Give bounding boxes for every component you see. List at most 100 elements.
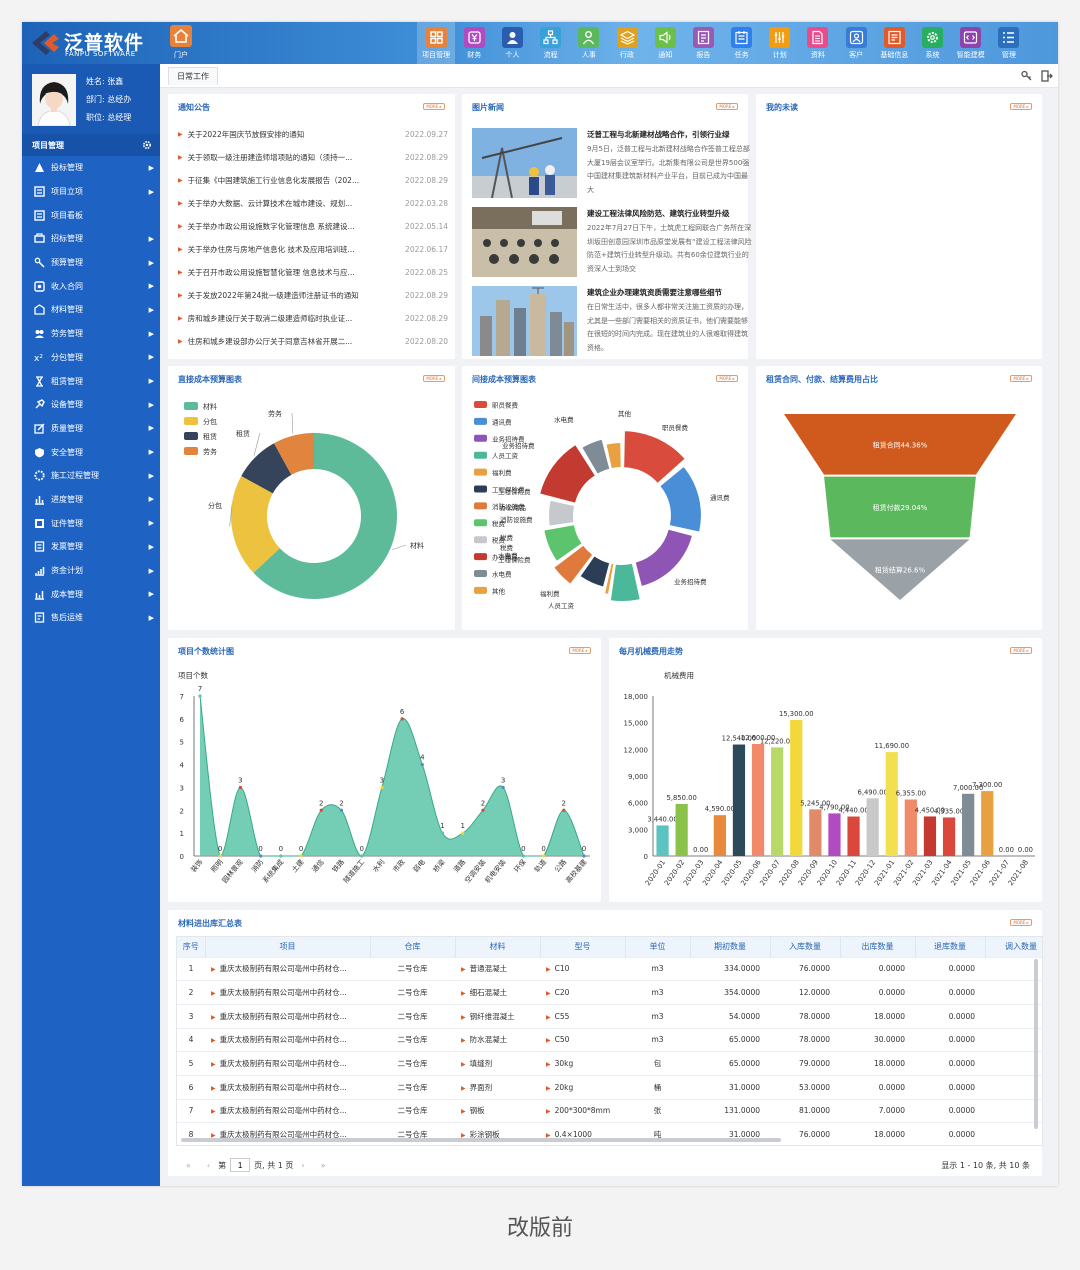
notice-more-button[interactable]: MORE ▸ <box>423 103 445 110</box>
y-tick-label: 18,000 <box>624 693 649 701</box>
column-header[interactable]: 仓库 <box>370 937 456 957</box>
nav-item-3[interactable]: 流程 <box>532 22 570 64</box>
indirect-cost-more-button[interactable]: MORE ▸ <box>716 375 738 382</box>
next-page-icon[interactable]: › <box>301 1161 304 1170</box>
nav-item-9[interactable]: 计划 <box>761 22 799 64</box>
table-row[interactable]: 4 ▶ 重庆太极制药有限公司亳州中药材仓... 二号仓库 ▶ 防水混凝土 ▶ C50 m3 65.… <box>177 1027 1042 1052</box>
notice-item[interactable]: ▶ 关于举办大数据、云计算技术在城市建设、规划... 2022.03.28 <box>178 193 448 213</box>
column-header[interactable]: 出库数量 <box>840 937 916 957</box>
column-header[interactable]: 调入数量 <box>985 937 1042 957</box>
materials-table-wrap[interactable]: 序号 项目 仓库 材料 型号 单位 期初数量 入库数量 出库数量 退库数量 调入数量 1 ▶ 重庆太极制… <box>176 936 1043 1146</box>
bar-value-label: 4,590.00 <box>705 805 735 813</box>
notice-item[interactable]: ▶ 关于举办住房与房地产信息化 技术及应用培训班... 2022.06.17 <box>178 240 448 260</box>
direct-cost-more-button[interactable]: MORE ▸ <box>423 375 445 382</box>
column-header[interactable]: 序号 <box>177 937 206 957</box>
nav-item-4[interactable]: 人事 <box>570 22 608 64</box>
nav-item-15[interactable]: 管理 <box>990 22 1028 64</box>
sidebar-item-12[interactable]: 安全管理 ▶ <box>22 440 160 464</box>
key-icon[interactable] <box>1020 69 1034 83</box>
lease-more-button[interactable]: MORE ▸ <box>1010 375 1032 382</box>
table-row[interactable]: 8 ▶ 重庆太极制药有限公司亳州中药材仓... 二号仓库 ▶ 彩涂钢板 ▶ 0.4×1000 吨… <box>177 1122 1042 1145</box>
nav-item-7[interactable]: 报告 <box>684 22 722 64</box>
table-row[interactable]: 2 ▶ 重庆太极制药有限公司亳州中药材仓... 二号仓库 ▶ 细石混凝土 ▶ C20 m3 354… <box>177 980 1042 1005</box>
avatar[interactable] <box>32 74 76 126</box>
first-page-icon[interactable]: « <box>186 1161 191 1170</box>
table-row[interactable]: 1 ▶ 重庆太极制药有限公司亳州中药材仓... 二号仓库 ▶ 普通混凝土 ▶ C10 m3 334… <box>177 956 1042 981</box>
nav-item-8[interactable]: 任务 <box>723 22 761 64</box>
logo[interactable]: 泛普软件 FANPU SOFTWARE <box>30 26 160 60</box>
nav-item-11[interactable]: 客户 <box>837 22 875 64</box>
news-item[interactable]: 建设工程法律风险防范、建筑行业转型升级 2022年7月27日下午，土筑虎工程网联合… <box>472 207 752 283</box>
notice-item[interactable]: ▶ 关于发放2022年第24批一级建造师注册证书的通知 2022.08.29 <box>178 286 448 306</box>
nav-item-0[interactable]: 项目管理 <box>417 22 456 64</box>
news-image[interactable] <box>472 286 577 356</box>
data-label: 7 <box>198 685 202 693</box>
sidebar-item-10[interactable]: 设备管理 ▶ <box>22 393 160 417</box>
notice-item[interactable]: ▶ 房和城乡建设厅关于取消二级建造师临时执业证... 2022.08.29 <box>178 309 448 329</box>
notice-item[interactable]: ▶ 关于2022年国庆节放假安排的通知 2022.09.27 <box>178 124 448 144</box>
sidebar-item-8[interactable]: x² 分包管理 ▶ <box>22 346 160 370</box>
sidebar-item-16[interactable]: 发票管理 ▶ <box>22 535 160 559</box>
logout-icon[interactable] <box>1040 69 1054 83</box>
column-header[interactable]: 型号 <box>540 937 626 957</box>
project-count-more-button[interactable]: MORE ▸ <box>569 647 591 654</box>
news-image[interactable] <box>472 128 577 198</box>
nav-item-1[interactable]: 财务 <box>455 22 493 64</box>
column-header[interactable]: 单位 <box>625 937 691 957</box>
table-row[interactable]: 5 ▶ 重庆太极制药有限公司亳州中药材仓... 二号仓库 ▶ 填缝剂 ▶ 30kg 包 65.00… <box>177 1051 1042 1076</box>
column-header[interactable]: 入库数量 <box>770 937 841 957</box>
column-header[interactable]: 退库数量 <box>915 937 986 957</box>
materials-more-button[interactable]: MORE ▸ <box>1010 919 1032 926</box>
nav-item-6[interactable]: 通知 <box>646 22 684 64</box>
unread-more-button[interactable]: MORE ▸ <box>1010 103 1032 110</box>
last-page-icon[interactable]: » <box>321 1161 326 1170</box>
sidebar-item-7[interactable]: 劳务管理 ▶ <box>22 322 160 346</box>
nav-item-12[interactable]: 基础信息 <box>875 22 913 64</box>
sidebar-item-15[interactable]: 证件管理 ▶ <box>22 511 160 535</box>
horizontal-scrollbar[interactable] <box>181 1138 781 1142</box>
sidebar-item-5[interactable]: 收入合同 ▶ <box>22 274 160 298</box>
nav-item-13[interactable]: 系统 <box>913 22 951 64</box>
sidebar-item-3[interactable]: 招标管理 ▶ <box>22 227 160 251</box>
sidebar-item-9[interactable]: 租赁管理 ▶ <box>22 369 160 393</box>
sidebar-item-4[interactable]: 预算管理 ▶ <box>22 251 160 275</box>
table-row[interactable]: 7 ▶ 重庆太极制药有限公司亳州中药材仓... 二号仓库 ▶ 钢板 ▶ 200*300*8mm… <box>177 1098 1042 1123</box>
notice-item[interactable]: ▶ 于征集《中国建筑施工行业信息化发展报告（202... 2022.08.29 <box>178 170 448 190</box>
news-body: 9月5日，泛普工程与北新建材战略合作签普工程总部大厦19层会议室举行。北新集有限… <box>587 145 750 194</box>
portal-button[interactable]: 门户 <box>168 25 194 61</box>
notice-item[interactable]: ▶ 关于召开市政公用设施智慧化管理 信息技术与应... 2022.08.25 <box>178 263 448 283</box>
table-row[interactable]: 6 ▶ 重庆太极制药有限公司亳州中药材仓... 二号仓库 ▶ 界面剂 ▶ 20kg 桶 31.00… <box>177 1074 1042 1100</box>
nav-item-14[interactable]: 智能建模 <box>952 22 990 64</box>
nav-item-5[interactable]: 行政 <box>608 22 646 64</box>
cell-text: 30kg <box>554 1059 574 1069</box>
photo-news-more-button[interactable]: MORE ▸ <box>716 103 738 110</box>
sidebar-item-11[interactable]: 质量管理 ▶ <box>22 417 160 441</box>
tab-daily-work[interactable]: 日常工作 <box>168 67 218 85</box>
column-header[interactable]: 项目 <box>205 937 371 957</box>
nav-item-10[interactable]: 资料 <box>799 22 837 64</box>
nav-item-2[interactable]: 个人 <box>493 22 531 64</box>
notice-item[interactable]: ▶ 住房和城乡建设部办公厅关于同意吉林省开展二... 2022.08.20 <box>178 332 448 352</box>
notice-item[interactable]: ▶ 关于举办市政公用设施数字化管理信息 系统建设... 2022.05.14 <box>178 216 448 236</box>
column-header[interactable]: 期初数量 <box>690 937 771 957</box>
gear-icon[interactable] <box>142 140 152 150</box>
prev-page-icon[interactable]: ‹ <box>207 1161 210 1170</box>
sidebar-item-13[interactable]: 施工过程管理 ▶ <box>22 464 160 488</box>
news-item[interactable]: 泛普工程与北新建材战略合作，引领行业绿 9月5日，泛普工程与北新建材战略合作签普工… <box>472 128 752 204</box>
sidebar-item-2[interactable]: 项目看板 <box>22 203 160 227</box>
sidebar-item-18[interactable]: 成本管理 ▶ <box>22 582 160 606</box>
news-item[interactable]: 建筑企业办理建筑资质需要注意哪些细节 在日常生活中，很多人都非常关注施工资质的办理… <box>472 286 752 362</box>
news-image[interactable] <box>472 207 577 277</box>
sidebar-item-0[interactable]: 投标管理 ▶ <box>22 156 160 180</box>
sidebar-item-6[interactable]: 材料管理 ▶ <box>22 298 160 322</box>
table-row[interactable]: 3 ▶ 重庆太极制药有限公司亳州中药材仓... 二号仓库 ▶ 钢纤维混凝土 ▶ C55 m3 54… <box>177 1003 1042 1029</box>
machinery-more-button[interactable]: MORE ▸ <box>1010 647 1032 654</box>
vertical-scrollbar[interactable] <box>1034 959 1038 1129</box>
column-header[interactable]: 材料 <box>455 937 541 957</box>
page-input[interactable] <box>230 1158 251 1172</box>
sidebar-item-19[interactable]: 售后运维 ▶ <box>22 606 160 630</box>
sidebar-item-14[interactable]: 进度管理 ▶ <box>22 488 160 512</box>
sidebar-item-1[interactable]: 项目立项 ▶ <box>22 180 160 204</box>
notice-item[interactable]: ▶ 关于领取一级注册建造师增项贴的通知（须持一... 2022.08.29 <box>178 147 448 167</box>
sidebar-item-17[interactable]: 资金计划 ▶ <box>22 559 160 583</box>
